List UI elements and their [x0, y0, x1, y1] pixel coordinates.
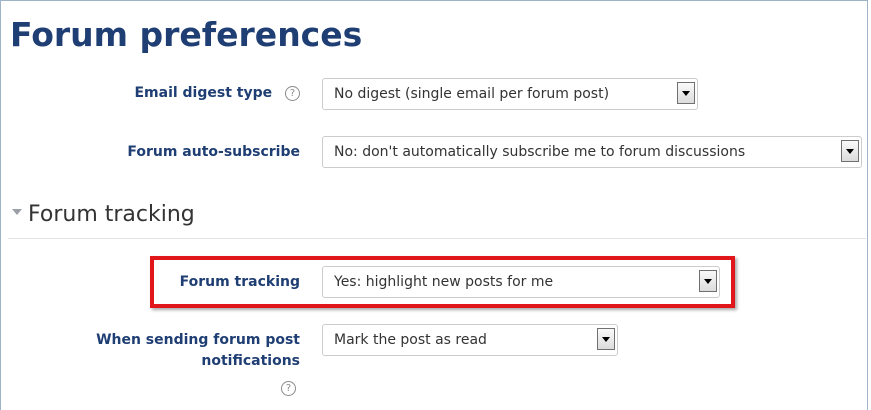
- caret-down-icon: [12, 209, 22, 215]
- mark-read-label-line1: When sending forum post: [96, 332, 300, 348]
- forum-tracking-dropdown-button[interactable]: [699, 270, 717, 292]
- forum-tracking-label: Forum tracking: [179, 274, 300, 290]
- email-digest-label: Email digest type ?: [0, 83, 300, 104]
- mark-read-label: When sending forum post notifications ?: [0, 330, 300, 399]
- chevron-down-icon: [602, 336, 610, 342]
- auto-subscribe-dropdown-button[interactable]: [841, 140, 859, 162]
- mark-read-value: Mark the post as read: [334, 332, 487, 348]
- question-circle-icon[interactable]: ?: [285, 85, 300, 101]
- chevron-down-icon: [704, 278, 712, 284]
- chevron-down-icon: [846, 148, 854, 154]
- auto-subscribe-label: Forum auto-subscribe: [127, 144, 300, 160]
- mark-read-select[interactable]: Mark the post as read: [322, 324, 618, 356]
- auto-subscribe-value: No: don't automatically subscribe me to …: [334, 144, 746, 160]
- mark-read-label-line2: notifications: [201, 353, 300, 369]
- section-title: Forum tracking: [28, 202, 195, 227]
- section-forum-tracking-toggle[interactable]: Forum tracking: [12, 200, 195, 230]
- mark-read-dropdown-button[interactable]: [597, 328, 615, 350]
- email-digest-dropdown-button[interactable]: [677, 82, 695, 104]
- email-digest-value: No digest (single email per forum post): [334, 86, 610, 102]
- auto-subscribe-select[interactable]: No: don't automatically subscribe me to …: [322, 136, 862, 168]
- section-divider: [8, 238, 866, 239]
- page-title: Forum preferences: [10, 15, 363, 54]
- forum-tracking-select[interactable]: Yes: highlight new posts for me: [322, 266, 720, 298]
- email-digest-select[interactable]: No digest (single email per forum post): [322, 78, 698, 110]
- forum-tracking-value: Yes: highlight new posts for me: [334, 274, 554, 290]
- chevron-down-icon: [682, 90, 690, 96]
- email-digest-label-text: Email digest type: [134, 85, 273, 101]
- question-circle-icon[interactable]: ?: [281, 380, 296, 396]
